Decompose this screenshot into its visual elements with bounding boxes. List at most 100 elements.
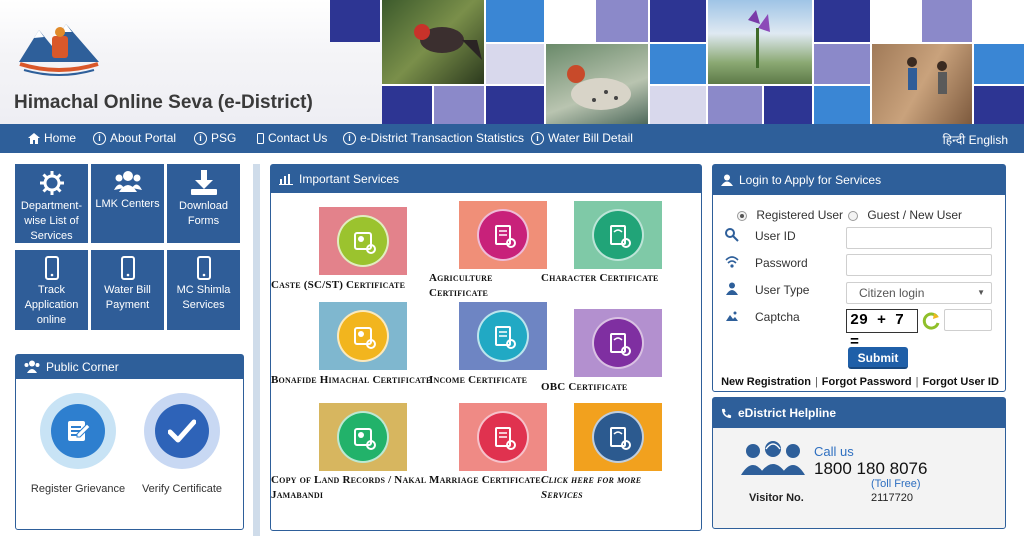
header-tile (814, 44, 870, 84)
info-icon: i (93, 131, 106, 145)
service-tile[interactable] (459, 403, 547, 471)
header-tile (650, 86, 706, 124)
header-tile (764, 86, 812, 124)
key-icon (725, 228, 739, 242)
verify-certificate-link[interactable]: Verify Certificate (132, 393, 232, 495)
helpline-panel: eDistrict Helpline Call us 1800 180 8076… (712, 397, 1006, 529)
captcha-label: Captcha (755, 310, 800, 324)
login-header: Login to Apply for Services (713, 165, 1005, 195)
forgot-password-link[interactable]: Forgot Password (822, 376, 912, 388)
quick-link-label: MC Shimla Services (176, 284, 231, 311)
header-tile (974, 44, 1024, 84)
refresh-icon[interactable] (921, 311, 941, 331)
header-tile (974, 86, 1024, 124)
header-tile (486, 44, 544, 84)
quick-link-label: LMK Centers (95, 198, 160, 210)
lang-hindi-link[interactable]: हिन्दी (943, 133, 966, 147)
phone-icon (721, 408, 732, 418)
image-icon (726, 311, 738, 321)
login-title: Login to Apply for Services (739, 173, 882, 187)
grievance-icon-bg (40, 393, 116, 469)
radio-button-selected (737, 210, 747, 221)
header-tile (486, 86, 544, 124)
quick-link-label: Track Application online (24, 284, 79, 326)
service-tile[interactable] (574, 403, 662, 471)
quick-link-label: Water Bill Payment (104, 284, 151, 311)
user-type-value: Citizen login (859, 286, 925, 300)
service-tile[interactable] (574, 201, 662, 269)
quick-link-download-forms[interactable]: Download Forms (167, 164, 240, 243)
quick-link-mc-shimla-services[interactable]: MC Shimla Services (167, 250, 240, 330)
service-tile[interactable] (319, 302, 407, 370)
service-label[interactable]: Click here for more Services (541, 473, 681, 503)
service-tile[interactable] (459, 201, 547, 269)
service-tile[interactable] (459, 302, 547, 370)
header-branding: Himachal Online Seva (e-District) (0, 0, 382, 124)
call-us-label: Call us (814, 444, 854, 459)
nav-psg[interactable]: i PSG (194, 131, 236, 145)
nav-about-portal[interactable]: i About Portal (93, 131, 176, 145)
certificate-icon (477, 411, 529, 463)
info-icon: i (194, 131, 207, 145)
service-tile[interactable] (574, 309, 662, 377)
radio-guest-user[interactable]: Guest / New User (848, 208, 962, 222)
toll-free-label: (Toll Free) (871, 478, 921, 490)
helpline-number: 1800 180 8076 (814, 459, 928, 478)
certificate-icon (337, 310, 389, 362)
helpline-header: eDistrict Helpline (713, 398, 1005, 428)
user-id-input[interactable] (846, 227, 992, 249)
service-label[interactable]: Agriculture Certificate (429, 271, 549, 301)
header-tile (382, 86, 432, 124)
verify-certificate-label: Verify Certificate (141, 483, 223, 495)
radio-registered-user[interactable]: Registered User (737, 208, 843, 222)
nav-contact-us[interactable]: Contact Us (257, 131, 327, 145)
nav-about-label: About Portal (110, 131, 177, 145)
important-services-title: Important Services (299, 172, 400, 186)
header-tile (330, 0, 380, 42)
password-input[interactable] (846, 254, 992, 276)
quick-link-lmk-centers[interactable]: LMK Centers (91, 164, 164, 243)
service-label[interactable]: Caste (SC/ST) Certificate (271, 278, 441, 293)
user-id-label: User ID (755, 229, 796, 243)
chevron-down-icon: ▼ (977, 288, 985, 297)
service-label[interactable]: Marriage Certificate (429, 473, 549, 488)
service-label[interactable]: OBC Certificate (541, 380, 661, 395)
site-header: Himachal Online Seva (e-District) (0, 0, 1024, 124)
language-switcher: हिन्दी English (943, 131, 1008, 148)
register-grievance-link[interactable]: Register Grievance (28, 393, 128, 495)
pheasant-bird-photo (382, 0, 484, 84)
lang-english-link[interactable]: English (969, 133, 1008, 147)
user-type-select[interactable]: Citizen login ▼ (846, 282, 992, 304)
verify-icon-bg (144, 393, 220, 469)
login-panel: Login to Apply for Services Registered U… (712, 164, 1006, 392)
quick-link-water-bill-payment[interactable]: Water Bill Payment (91, 250, 164, 330)
submit-button[interactable]: Submit (848, 347, 908, 369)
header-tile (650, 0, 706, 42)
header-tile (650, 44, 706, 84)
nav-home-label: Home (44, 131, 77, 145)
column-divider (253, 164, 260, 536)
service-label[interactable]: Income Certificate (429, 373, 549, 388)
nav-water-bill-detail[interactable]: i Water Bill Detail (531, 131, 633, 145)
certificate-icon (592, 411, 644, 463)
service-label[interactable]: Character Certificate (541, 271, 661, 286)
service-tile[interactable] (319, 207, 407, 275)
radio-button (848, 210, 858, 221)
forgot-user-id-link[interactable]: Forgot User ID (923, 376, 999, 388)
visitor-label: Visitor No. (749, 492, 804, 504)
call-center-icon (741, 441, 805, 475)
captcha-input[interactable] (944, 309, 992, 331)
header-tile (596, 0, 648, 42)
mobile-icon (120, 256, 135, 280)
header-tile (814, 86, 870, 124)
quick-link-department-services[interactable]: Department-wise List of Services (15, 164, 88, 243)
header-tile (486, 0, 544, 42)
certificate-icon (337, 411, 389, 463)
captcha-image: 29 + 7 = (846, 309, 918, 351)
signal-icon (725, 256, 739, 268)
quick-link-track-application[interactable]: Track Application online (15, 250, 88, 330)
service-tile[interactable] (319, 403, 407, 471)
nav-transaction-statistics[interactable]: i e-District Transaction Statistics (343, 131, 524, 145)
nav-home[interactable]: Home (28, 131, 76, 145)
new-registration-link[interactable]: New Registration (721, 376, 811, 388)
